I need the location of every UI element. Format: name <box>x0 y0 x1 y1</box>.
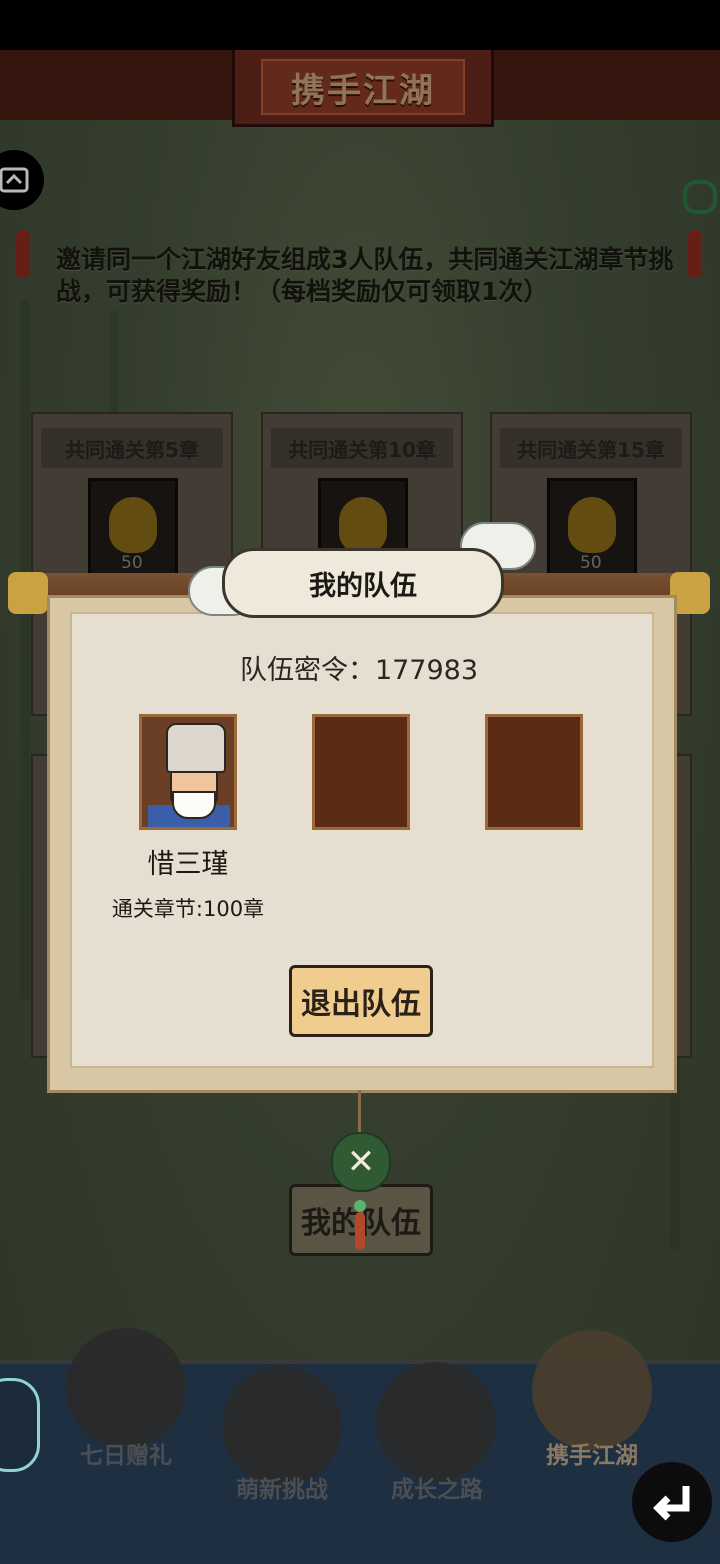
team-code: 队伍密令：177983 <box>239 655 479 686</box>
leave-team-button[interactable]: 退出队伍 <box>289 965 433 1037</box>
dialog-title: 我的队伍 <box>222 548 504 618</box>
mascot-float-button[interactable] <box>0 1378 40 1472</box>
close-icon: ✕ <box>346 1142 376 1182</box>
nav-label-growth-path: 成长之路 <box>391 1477 483 1503</box>
close-button[interactable]: ✕ <box>331 1132 391 1192</box>
nav-seven-day-gift[interactable] <box>66 1328 186 1448</box>
nav-join-jianghu[interactable] <box>532 1330 652 1450</box>
back-button[interactable] <box>626 1456 718 1548</box>
back-arrow-icon <box>632 1462 712 1542</box>
member-slot-1[interactable] <box>139 714 237 830</box>
scroll-cap-left <box>8 572 48 614</box>
nav-label-newbie-challenge: 萌新挑战 <box>236 1477 328 1503</box>
member-slot-2-empty[interactable] <box>312 714 410 830</box>
close-tassel <box>355 1212 365 1250</box>
member-name: 惜三瑾 <box>147 849 229 880</box>
member-chapter: 通关章节:100章 <box>111 897 265 921</box>
close-cord <box>358 1090 361 1134</box>
nav-growth-path[interactable] <box>376 1362 496 1482</box>
member-slot-3-empty[interactable] <box>485 714 583 830</box>
nav-newbie-challenge[interactable] <box>222 1366 342 1486</box>
avatar <box>142 717 234 827</box>
nav-label-seven-day-gift: 七日赠礼 <box>80 1443 172 1469</box>
status-bar <box>0 0 720 50</box>
close-bead <box>354 1200 366 1212</box>
